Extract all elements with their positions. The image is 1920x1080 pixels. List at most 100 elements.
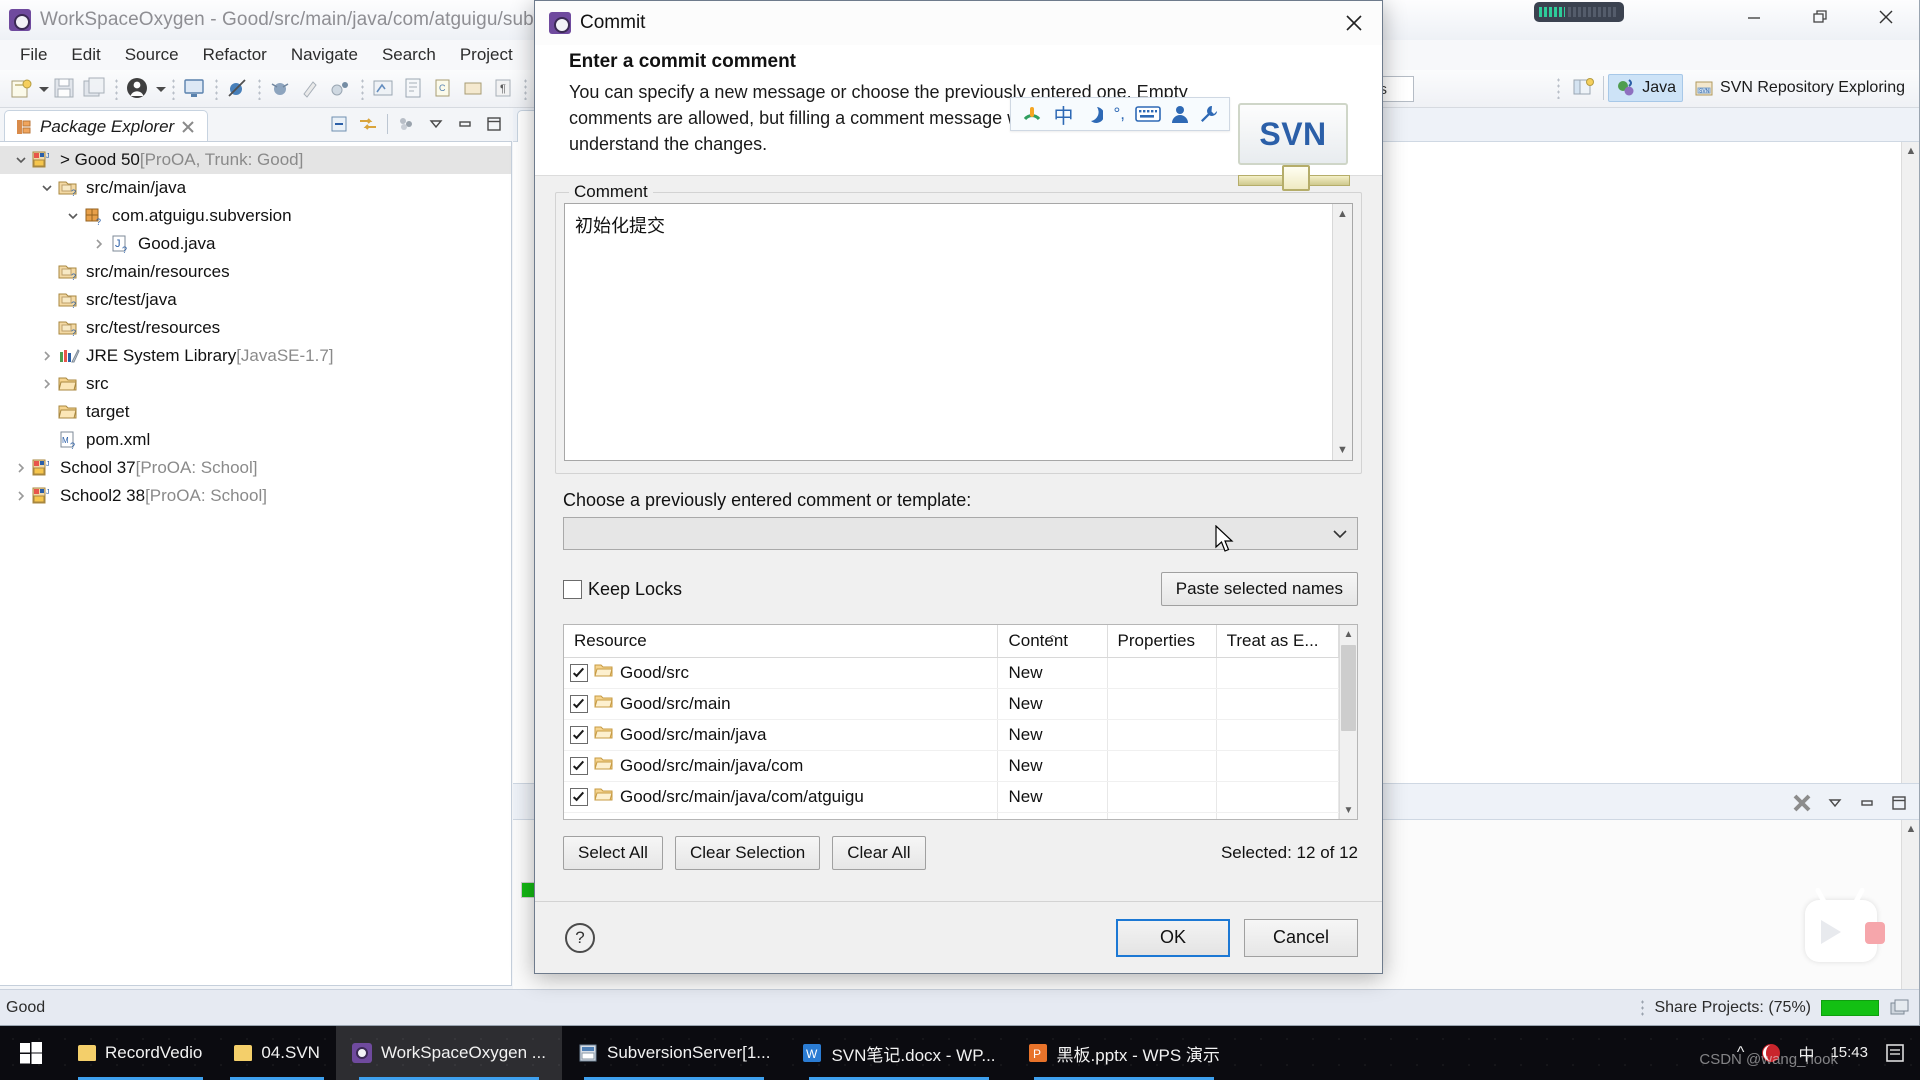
menu-search[interactable]: Search — [370, 43, 448, 67]
perspective-svn-repository-exploring[interactable]: SVN SVN Repository Exploring — [1687, 75, 1911, 101]
start-button[interactable] — [0, 1026, 62, 1080]
tree-item[interactable]: M? pom.xml — [0, 426, 511, 454]
column-content[interactable]: ︿ Content — [997, 625, 1108, 658]
row-checkbox[interactable] — [570, 756, 588, 775]
scroll-up-icon[interactable]: ▲ — [1340, 625, 1358, 643]
chevron-down-icon[interactable] — [1327, 521, 1353, 547]
new-wizard-icon[interactable] — [8, 76, 34, 102]
ok-button[interactable]: OK — [1116, 918, 1230, 957]
twisty-collapsed-icon[interactable] — [36, 350, 58, 362]
debug-icon[interactable] — [268, 76, 294, 102]
twisty-collapsed-icon[interactable] — [10, 462, 32, 474]
new-package-icon[interactable] — [461, 76, 487, 102]
twisty-expanded-icon[interactable] — [36, 182, 58, 194]
minimize-button[interactable] — [1721, 0, 1787, 34]
row-checkbox[interactable] — [570, 787, 588, 806]
tree-item[interactable]: target — [0, 398, 511, 426]
external-tools-icon[interactable] — [371, 76, 397, 102]
table-row[interactable]: Good/src/main/java New — [564, 719, 1340, 751]
project-tree[interactable]: J > Good 50 [ProOA, Trunk: Good]? src/main… — [0, 142, 511, 510]
row-checkbox[interactable] — [570, 818, 588, 820]
scroll-down-icon[interactable]: ▼ — [1333, 440, 1353, 460]
save-icon[interactable] — [52, 76, 78, 102]
scrollbar-thumb[interactable] — [1341, 645, 1356, 732]
run-icon[interactable] — [298, 76, 324, 102]
keyboard-icon[interactable] — [1135, 105, 1161, 123]
cell-resource[interactable]: Good/src/main/java — [564, 719, 999, 751]
collapse-all-icon[interactable] — [329, 114, 349, 134]
tree-item[interactable]: src — [0, 370, 511, 398]
open-type-icon[interactable] — [401, 76, 427, 102]
table-row[interactable]: Good/src/main/java/com/atguigu New — [564, 781, 1340, 813]
menu-project[interactable]: Project — [448, 43, 525, 67]
scroll-up-icon[interactable]: ▲ — [1333, 204, 1353, 224]
notifications-icon[interactable] — [1884, 1042, 1906, 1064]
taskbar-item[interactable]: WorkSpaceOxygen ... — [335, 1026, 562, 1080]
scroll-up-icon[interactable]: ▲ — [1902, 142, 1920, 160]
cell-resource[interactable]: Good/src/main — [564, 688, 999, 720]
table-row[interactable]: Good/src/main/java/com/atguigu/subversio… — [564, 812, 1340, 820]
maximize-view-icon[interactable] — [1889, 793, 1909, 813]
column-properties[interactable]: Properties — [1107, 625, 1217, 658]
progress-stack-icon[interactable] — [1889, 998, 1911, 1018]
tree-item[interactable]: ? src/main/java — [0, 174, 511, 202]
minimize-view-icon[interactable] — [455, 114, 475, 134]
cell-resource[interactable]: Good/src/main/java/com — [564, 750, 999, 782]
scroll-down-icon[interactable]: ▼ — [1340, 801, 1358, 819]
taskbar-item[interactable]: W SVN笔记.docx - WP... — [786, 1026, 1011, 1080]
twisty-expanded-icon[interactable] — [62, 210, 84, 222]
previous-comment-combobox[interactable] — [563, 517, 1358, 551]
column-treat-as[interactable]: Treat as E... — [1216, 625, 1340, 658]
menu-edit[interactable]: Edit — [59, 43, 112, 67]
close-button[interactable] — [1853, 0, 1919, 34]
table-row[interactable]: Good/src/main/java/com New — [564, 750, 1340, 782]
resource-table[interactable]: Resource ︿ Content Properties Treat as E.… — [563, 624, 1358, 821]
row-checkbox[interactable] — [570, 663, 588, 682]
new-java-class-icon[interactable]: C — [431, 76, 457, 102]
twisty-collapsed-icon[interactable] — [36, 378, 58, 390]
restore-button[interactable] — [1787, 0, 1853, 34]
tree-item[interactable]: JRE System Library [JavaSE-1.7] — [0, 342, 511, 370]
twisty-collapsed-icon[interactable] — [88, 238, 110, 250]
tree-item[interactable]: ? com.atguigu.subversion — [0, 202, 511, 230]
scroll-up-icon[interactable]: ▲ — [1902, 820, 1920, 838]
tree-item[interactable]: ? src/test/java — [0, 286, 511, 314]
row-checkbox[interactable] — [570, 694, 588, 713]
progress-scrollbar[interactable]: ▲ — [1901, 820, 1919, 990]
taskbar-item[interactable]: RecordVedio — [62, 1026, 218, 1080]
tree-item[interactable]: J School2 38 [ProOA: School] — [0, 482, 511, 510]
menu-source[interactable]: Source — [113, 43, 191, 67]
menu-navigate[interactable]: Navigate — [279, 43, 370, 67]
twisty-expanded-icon[interactable] — [10, 154, 32, 166]
ime-language-label[interactable]: 中 — [1053, 100, 1073, 129]
punctuation-label[interactable]: °, — [1113, 104, 1125, 124]
save-all-icon[interactable] — [82, 76, 108, 102]
tree-item[interactable]: J > Good 50 [ProOA, Trunk: Good] — [0, 146, 511, 174]
minimize-view-icon[interactable] — [1857, 793, 1877, 813]
moon-icon[interactable] — [1083, 104, 1104, 124]
taskbar-item[interactable]: SubversionServer[1... — [562, 1026, 786, 1080]
perspective-java[interactable]: Java — [1608, 74, 1684, 102]
coverage-icon[interactable] — [328, 76, 354, 102]
user-icon[interactable] — [1171, 104, 1189, 124]
taskbar-item[interactable]: P 黑板.pptx - WPS 演示 — [1012, 1026, 1236, 1080]
monitor-icon[interactable] — [182, 76, 208, 102]
clear-all-button[interactable]: Clear All — [832, 836, 926, 871]
maximize-view-icon[interactable] — [484, 114, 504, 134]
cell-resource[interactable]: Good/src — [564, 657, 999, 689]
comment-vertical-scrollbar[interactable]: ▲ ▼ — [1332, 204, 1353, 461]
twisty-collapsed-icon[interactable] — [10, 490, 32, 502]
menu-file[interactable]: File — [8, 43, 59, 67]
table-vertical-scrollbar[interactable]: ▲ ▼ — [1339, 625, 1358, 820]
comment-textarea[interactable]: 初始化提交 ▲ ▼ — [564, 203, 1353, 462]
cancel-button[interactable]: Cancel — [1244, 918, 1358, 957]
help-button[interactable]: ? — [565, 922, 595, 953]
chevron-down-icon[interactable] — [426, 114, 446, 134]
table-row[interactable]: Good/src/main New — [564, 688, 1340, 720]
show-whitespace-icon[interactable]: ¶ — [491, 76, 517, 102]
wrench-icon[interactable] — [1199, 104, 1219, 124]
chevron-down-icon[interactable] — [1825, 793, 1845, 813]
skip-breakpoints-icon[interactable] — [225, 76, 251, 102]
tree-item[interactable]: J School 37 [ProOA: School] — [0, 454, 511, 482]
column-resource[interactable]: Resource — [564, 625, 999, 658]
